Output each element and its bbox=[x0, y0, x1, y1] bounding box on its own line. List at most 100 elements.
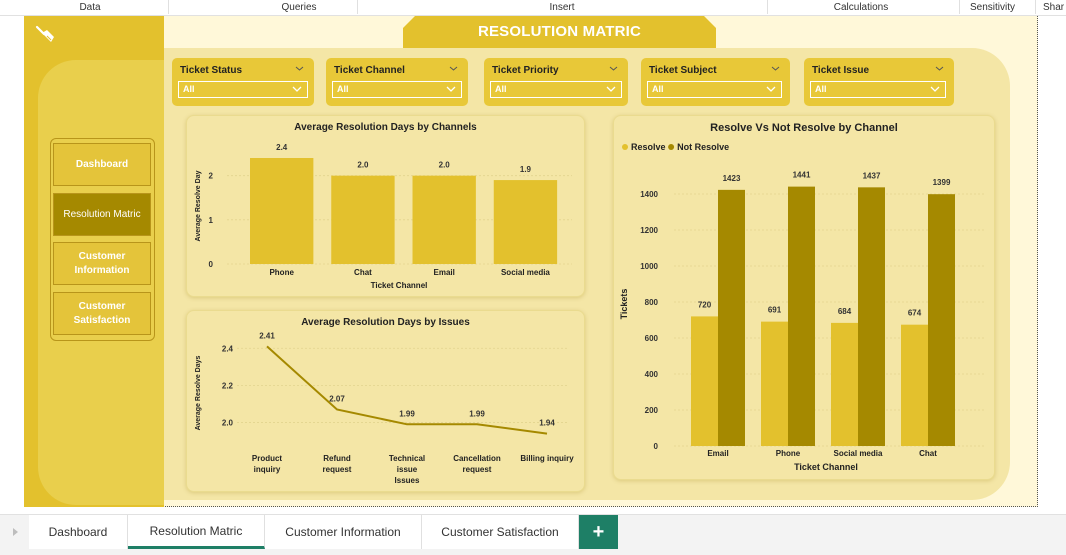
x-axis-label: Ticket Channel bbox=[794, 462, 858, 472]
chevron-down-icon bbox=[766, 86, 776, 92]
filter-value: All bbox=[337, 84, 349, 94]
ribbon-sensitivity[interactable]: Sensitivity bbox=[965, 2, 1020, 15]
ribbon-separator bbox=[959, 0, 960, 14]
x-tick-label: Phone bbox=[776, 449, 801, 458]
series-line bbox=[266, 345, 548, 435]
filter-ticket-status: Ticket Status All bbox=[172, 58, 314, 106]
bar bbox=[831, 322, 858, 446]
broom-icon[interactable] bbox=[34, 24, 56, 46]
legend-marker bbox=[622, 144, 628, 150]
filter-ticket-status-select[interactable]: All bbox=[178, 81, 308, 98]
data-label: 1441 bbox=[793, 171, 811, 180]
chevron-down-icon[interactable] bbox=[609, 64, 618, 73]
nav-customer-satisfaction-button[interactable]: Customer Satisfaction bbox=[53, 292, 151, 335]
x-axis-label: Ticket Channel bbox=[371, 281, 428, 290]
page-title: RESOLUTION MATRIC bbox=[477, 23, 642, 40]
chevron-down-icon bbox=[292, 86, 302, 92]
x-tick-label: Refund request bbox=[323, 454, 352, 474]
ribbon-data[interactable]: Data bbox=[70, 2, 110, 15]
tab-customer-information[interactable]: Customer Information bbox=[265, 515, 422, 549]
x-tick-label: Technical issue Issues bbox=[389, 454, 425, 485]
tab-customer-satisfaction[interactable]: Customer Satisfaction bbox=[422, 515, 579, 549]
x-tick-label: Chat bbox=[919, 449, 937, 458]
filter-value: All bbox=[495, 84, 507, 94]
tab-resolution-matric[interactable]: Resolution Matric bbox=[128, 515, 265, 549]
y-tick-label: 600 bbox=[645, 334, 659, 343]
y-tick-label: 0 bbox=[209, 260, 214, 269]
y-tick-label: 1 bbox=[209, 216, 214, 225]
data-label: 684 bbox=[838, 307, 852, 316]
data-label: 2.0 bbox=[439, 161, 451, 170]
bar bbox=[858, 187, 885, 446]
tab-scroll-left-icon[interactable] bbox=[13, 528, 18, 536]
filter-ticket-priority-select[interactable]: All bbox=[490, 81, 622, 98]
nav-customer-information-button[interactable]: Customer Information bbox=[53, 242, 151, 285]
data-label: 1.9 bbox=[520, 165, 532, 174]
nav-dashboard-button[interactable]: Dashboard bbox=[53, 143, 151, 186]
x-tick-label: Cancellation request bbox=[453, 454, 501, 474]
filter-ticket-issue-select[interactable]: All bbox=[810, 81, 946, 98]
bar bbox=[412, 175, 476, 264]
ribbon-separator bbox=[357, 0, 358, 14]
bar bbox=[250, 158, 314, 264]
x-tick-label: Email bbox=[434, 268, 455, 277]
filter-ticket-priority: Ticket Priority All bbox=[484, 58, 628, 106]
add-page-button[interactable]: + bbox=[579, 515, 618, 549]
legend-label: Resolve bbox=[631, 142, 666, 152]
data-label: 2.0 bbox=[357, 161, 369, 170]
filter-ticket-subject-select[interactable]: All bbox=[647, 81, 782, 98]
chart-card-resolution-by-issues: Average Resolution Days by Issues 2.0 2.2… bbox=[186, 310, 585, 492]
data-label: 2.41 bbox=[259, 331, 275, 340]
data-label: 691 bbox=[768, 306, 782, 315]
ribbon-insert[interactable]: Insert bbox=[537, 2, 587, 15]
chevron-down-icon bbox=[930, 86, 940, 92]
ribbon-queries[interactable]: Queries bbox=[270, 2, 328, 15]
y-tick-label: 2.2 bbox=[222, 381, 234, 390]
chart-card-resolve-vs-not-resolve: Resolve Vs Not Resolve by Channel 0 200 40… bbox=[613, 115, 995, 480]
filter-label: Ticket Status bbox=[180, 65, 243, 76]
chart-card-resolution-by-channel: Average Resolution Days by Channels 0122… bbox=[186, 115, 585, 297]
filter-label: Ticket Issue bbox=[812, 65, 870, 76]
y-axis-label: Average Resolve Day bbox=[195, 170, 202, 241]
data-label: 1.94 bbox=[539, 419, 555, 428]
x-tick-label: Social media bbox=[834, 449, 883, 458]
y-axis-label: Average Resolve Days bbox=[195, 355, 202, 430]
ribbon-separator bbox=[767, 0, 768, 14]
tab-dashboard[interactable]: Dashboard bbox=[29, 515, 128, 549]
data-label: 1423 bbox=[723, 174, 741, 183]
y-tick-label: 400 bbox=[645, 370, 659, 379]
y-tick-label: 2 bbox=[209, 172, 214, 181]
filter-ticket-channel-select[interactable]: All bbox=[332, 81, 462, 98]
data-label: 2.07 bbox=[329, 394, 345, 403]
filter-ticket-channel: Ticket Channel All bbox=[326, 58, 468, 106]
filter-value: All bbox=[815, 84, 827, 94]
ribbon-bar: Data Queries Insert Calculations Sensiti… bbox=[0, 0, 1066, 16]
x-tick-label: Product inquiry bbox=[252, 454, 283, 474]
data-label: 1399 bbox=[933, 178, 951, 187]
chevron-down-icon[interactable] bbox=[935, 64, 944, 73]
data-label: 720 bbox=[698, 300, 712, 309]
legend-marker bbox=[668, 144, 675, 150]
chart-resolution-by-channel: 0 1 2 2.4 Phone 2.0 Chat 2.0 Email 1.9 Social medi… bbox=[195, 143, 572, 290]
ribbon-separator bbox=[1035, 0, 1036, 14]
y-axis-label: Tickets bbox=[619, 289, 629, 320]
y-tick-label: 2.0 bbox=[222, 418, 234, 427]
ribbon-calculations[interactable]: Calculations bbox=[825, 2, 897, 15]
filter-label: Ticket Priority bbox=[492, 65, 559, 76]
nav-resolution-matric-button[interactable]: Resolution Matric bbox=[53, 193, 151, 236]
chevron-down-icon[interactable] bbox=[771, 64, 780, 73]
data-label: 1.99 bbox=[469, 409, 485, 418]
filter-value: All bbox=[652, 84, 664, 94]
bar bbox=[788, 186, 815, 446]
chevron-down-icon[interactable] bbox=[295, 64, 304, 73]
filter-value: All bbox=[183, 84, 195, 94]
x-tick-label: Chat bbox=[354, 268, 372, 277]
filter-ticket-issue: Ticket Issue All bbox=[804, 58, 954, 106]
chevron-down-icon[interactable] bbox=[449, 64, 458, 73]
bar bbox=[901, 324, 928, 446]
y-tick-label: 1000 bbox=[640, 262, 658, 271]
ribbon-separator bbox=[168, 0, 169, 14]
report-root: Data Queries Insert Calculations Sensiti… bbox=[0, 0, 1066, 555]
y-tick-label: 800 bbox=[645, 298, 659, 307]
ribbon-share[interactable]: Shar bbox=[1043, 2, 1066, 15]
